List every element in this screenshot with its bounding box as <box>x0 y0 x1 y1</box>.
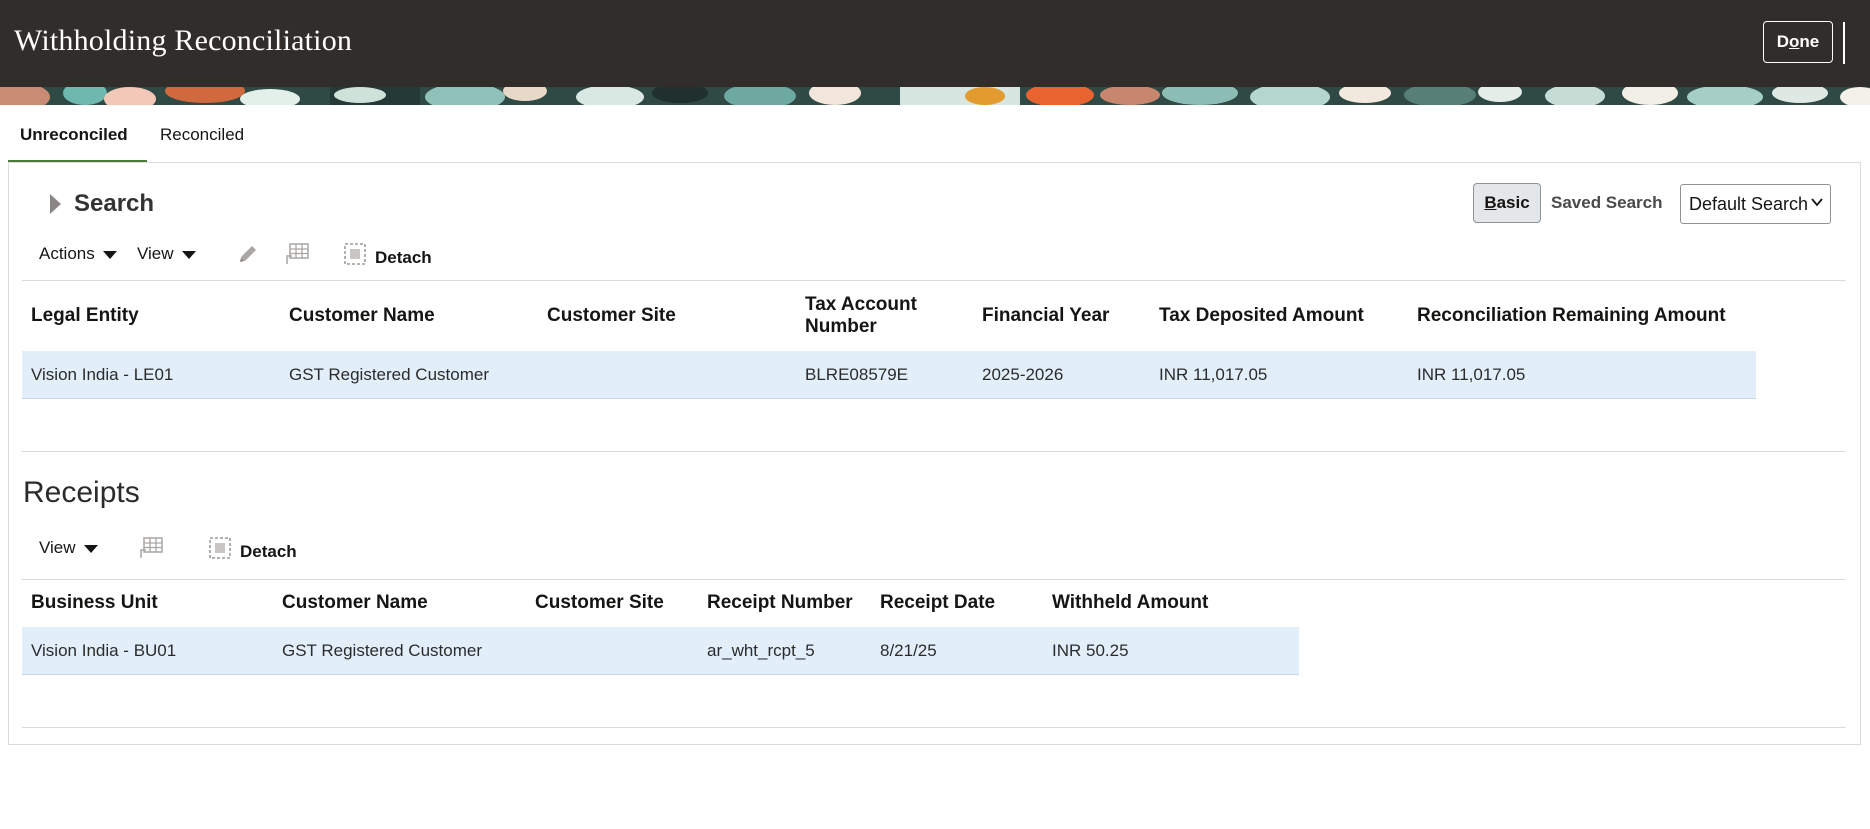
tab-reconciled[interactable]: Reconciled <box>160 125 244 145</box>
col-receipt-number[interactable]: Receipt Number <box>707 592 853 614</box>
detach-label: Detach <box>375 247 432 267</box>
col-tax-account-number[interactable]: Tax Account Number <box>805 294 917 338</box>
freeze-columns-icon[interactable] <box>138 536 164 565</box>
receipts-detach-button[interactable]: Detach <box>208 536 297 567</box>
receipts-bottom-border <box>22 727 1846 728</box>
table-row[interactable]: Vision India - BU01 GST Registered Custo… <box>22 627 1299 675</box>
saved-search-label: Saved Search <box>1551 193 1663 212</box>
receipts-table-top-border <box>22 579 1846 580</box>
done-label-prefix: D <box>1776 32 1790 51</box>
saved-search-value: Default Search <box>1689 194 1809 214</box>
saved-search-select[interactable]: Default Search <box>1680 184 1831 224</box>
cell-tax-account-number: BLRE08579E <box>805 365 909 384</box>
cell-tax-deposited-amount: INR 11,017.05 <box>1159 365 1268 384</box>
pencil-icon[interactable] <box>236 242 260 271</box>
col-customer-site[interactable]: Customer Site <box>547 305 676 327</box>
detach-icon <box>208 536 232 565</box>
receipts-title: Receipts <box>23 476 140 509</box>
cell-financial-year: 2025-2026 <box>982 365 1064 384</box>
done-button[interactable]: Done <box>1763 21 1833 63</box>
basic-label-rest: asic <box>1496 193 1530 212</box>
actions-menu[interactable]: Actions <box>39 244 117 264</box>
col-reconciliation-remaining-amount[interactable]: Reconciliation Remaining Amount <box>1417 305 1726 327</box>
banner-pattern <box>0 87 1870 105</box>
col-customer-name[interactable]: Customer Name <box>289 305 435 327</box>
cell-legal-entity: Vision India - LE01 <box>31 365 174 384</box>
cell-reconciliation-remaining-amount: INR 11,017.05 <box>1417 365 1526 384</box>
col-tax-account-line2: Number <box>805 316 877 337</box>
decorative-banner <box>0 87 1870 105</box>
done-label-suffix: ne <box>1799 32 1820 51</box>
basic-label-accesskey: B <box>1484 193 1497 212</box>
col-business-unit[interactable]: Business Unit <box>31 592 158 614</box>
col-financial-year[interactable]: Financial Year <box>982 305 1109 327</box>
col-legal-entity[interactable]: Legal Entity <box>31 305 139 327</box>
cell-withheld-amount: INR 50.25 <box>1052 641 1129 660</box>
app-header: Withholding Reconciliation Done <box>0 0 1870 87</box>
cell-receipt-customer-name: GST Registered Customer <box>282 641 482 660</box>
col-withheld-amount[interactable]: Withheld Amount <box>1052 592 1208 614</box>
search-title[interactable]: Search <box>74 190 154 218</box>
caret-down-icon <box>181 250 196 259</box>
detach-button[interactable]: Detach <box>343 242 432 273</box>
col-receipt-customer-site[interactable]: Customer Site <box>535 592 664 614</box>
caret-down-icon <box>102 250 117 259</box>
tab-bar: Unreconciled Reconciled <box>0 105 1870 163</box>
actions-label: Actions <box>39 244 95 263</box>
disclosure-triangle-icon[interactable] <box>50 194 61 214</box>
caret-down-icon <box>83 544 98 553</box>
chevron-down-icon <box>1810 195 1824 212</box>
table-row[interactable]: Vision India - LE01 GST Registered Custo… <box>22 351 1756 399</box>
receipts-view-label: View <box>39 538 76 557</box>
table-top-border <box>22 280 1846 281</box>
cell-receipt-number: ar_wht_rcpt_5 <box>707 641 815 660</box>
view-menu[interactable]: View <box>137 244 196 264</box>
cell-receipt-date: 8/21/25 <box>880 641 937 660</box>
receipts-detach-label: Detach <box>240 541 297 561</box>
col-tax-account-line1: Tax Account <box>805 294 917 315</box>
page-title: Withholding Reconciliation <box>14 24 353 57</box>
section-divider <box>22 451 1846 452</box>
freeze-columns-icon[interactable] <box>284 242 310 271</box>
tab-unreconciled[interactable]: Unreconciled <box>20 125 128 145</box>
done-label-accesskey: o <box>1789 32 1800 51</box>
view-label: View <box>137 244 174 263</box>
basic-search-button[interactable]: Basic <box>1473 183 1541 223</box>
cell-customer-name: GST Registered Customer <box>289 365 489 384</box>
col-receipt-date[interactable]: Receipt Date <box>880 592 995 614</box>
header-divider <box>1843 22 1845 64</box>
cell-business-unit: Vision India - BU01 <box>31 641 177 660</box>
col-receipt-customer-name[interactable]: Customer Name <box>282 592 428 614</box>
receipts-view-menu[interactable]: View <box>39 538 98 558</box>
detach-icon <box>343 242 367 271</box>
col-tax-deposited-amount[interactable]: Tax Deposited Amount <box>1159 305 1364 327</box>
